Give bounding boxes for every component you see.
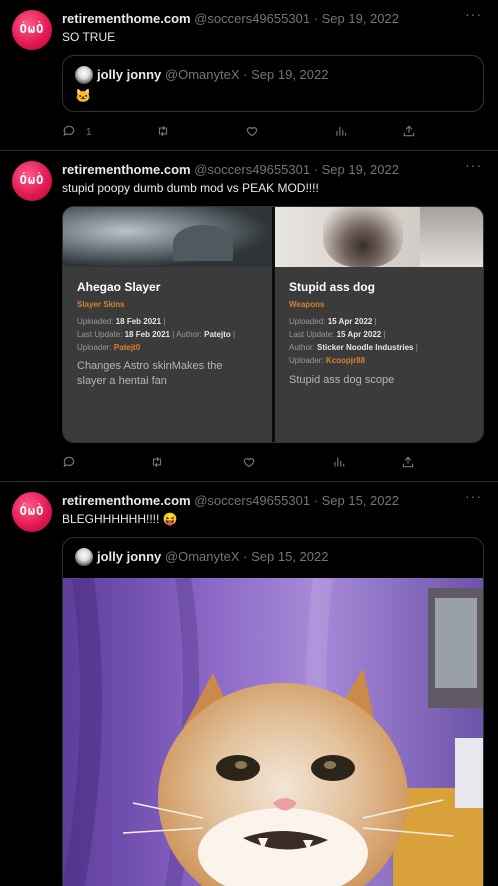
mod-category: Weapons [289,300,325,309]
author-handle[interactable]: @soccers49655301 [194,493,310,508]
avatar[interactable]: ÓωÒ [12,161,52,201]
tweet-header: retirementhome.com @soccers49655301 · Se… [62,493,399,508]
quote-avatar [75,548,93,566]
reply-icon [63,125,75,137]
tweet-actions [62,455,422,471]
tweet-header: retirementhome.com @soccers49655301 · Se… [62,162,399,177]
avatar-face: ÓωÒ [19,504,45,518]
views-button[interactable] [334,124,352,140]
quote-date: · Sep 19, 2022 [243,67,329,82]
author-handle[interactable]: @soccers49655301 [194,162,310,177]
avatar[interactable]: ÓωÒ [12,492,52,532]
share-button[interactable] [402,124,420,140]
quote-author-handle: @OmanyteX [164,67,240,82]
quote-header: jolly jonny @OmanyteX · Sep 19, 2022 [97,67,328,82]
more-options-icon[interactable]: ··· [465,157,482,173]
views-button[interactable] [332,455,350,471]
mod-thumbnail [275,207,483,267]
cat-photo[interactable] [63,578,483,886]
mod-title: Ahegao Slayer [77,280,161,294]
reply-button[interactable]: 1 [62,124,92,140]
quote-avatar [75,66,93,84]
quoted-tweet[interactable]: jolly jonny @OmanyteX · Sep 19, 2022 🐱 [62,55,484,112]
quote-date: · Sep 15, 2022 [243,549,329,564]
like-button[interactable] [242,455,260,471]
more-options-icon[interactable]: ··· [465,6,482,22]
retweet-button[interactable] [156,124,174,140]
share-icon [402,456,414,468]
retweet-button[interactable] [150,455,168,471]
heart-icon [243,458,255,468]
share-icon [403,125,415,137]
mod-card-image[interactable]: Stupid ass dog Weapons Uploaded: 15 Apr … [275,207,483,442]
avatar[interactable]: ÓωÒ [12,10,52,50]
quote-emoji: 🐱 [75,88,92,103]
mod-last-update: Last Update: 15 Apr 2022 | [289,330,386,339]
mod-category: Slayer Skins [77,300,125,309]
mod-thumbnail [63,207,272,267]
reply-count: 1 [86,127,92,138]
quote-author-name: jolly jonny [97,549,162,564]
retweet-icon [158,125,168,137]
mod-uploader: Uploader: Kcoopjr88 [289,356,366,365]
mod-author: Author: Sticker Noodle Industries | [289,343,418,352]
like-button[interactable] [245,124,263,140]
heart-icon [246,127,258,137]
tweet[interactable]: ÓωÒ retirementhome.com @soccers49655301 … [0,482,498,886]
reply-icon [63,456,75,468]
tweet-header: retirementhome.com @soccers49655301 · Se… [62,11,399,26]
reply-button[interactable] [62,455,80,471]
quoted-tweet[interactable]: jolly jonny @OmanyteX · Sep 15, 2022 [62,537,484,886]
mod-last-update: Last Update: 18 Feb 2021 | Author: Patej… [77,330,236,339]
retweet-icon [152,456,162,468]
more-options-icon[interactable]: ··· [465,488,482,504]
quote-author-name: jolly jonny [97,67,162,82]
cat-photo-drawing [63,578,483,886]
analytics-icon [334,457,345,467]
mod-uploaded: Uploaded: 18 Feb 2021 | [77,317,166,326]
mod-description: Changes Astro skinMakes the slayer a hen… [77,360,223,387]
quote-header: jolly jonny @OmanyteX · Sep 15, 2022 [97,549,328,564]
author-name[interactable]: retirementhome.com [62,11,191,26]
tweet-text: BLEGHHHHHH!!!! 😝 [62,512,178,526]
tweet[interactable]: ÓωÒ retirementhome.com @soccers49655301 … [0,0,498,151]
tweet-actions: 1 [62,124,422,140]
tweet-date[interactable]: · Sep 19, 2022 [314,11,399,26]
author-handle[interactable]: @soccers49655301 [194,11,310,26]
avatar-face: ÓωÒ [19,173,45,187]
mod-title: Stupid ass dog [289,280,376,294]
tweet-text: SO TRUE [62,30,116,44]
tweet-text: stupid poopy dumb dumb mod vs PEAK MOD!!… [62,181,319,195]
quote-author-handle: @OmanyteX [164,549,240,564]
mod-uploader: Uploader: Patejt0 [77,343,141,352]
share-button[interactable] [401,455,419,471]
tweet-date[interactable]: · Sep 15, 2022 [314,493,399,508]
mod-uploaded: Uploaded: 15 Apr 2022 | [289,317,377,326]
author-name[interactable]: retirementhome.com [62,162,191,177]
author-name[interactable]: retirementhome.com [62,493,191,508]
avatar-face: ÓωÒ [19,22,45,36]
mod-description: Stupid ass dog scope [289,374,395,386]
mod-card-image[interactable]: Ahegao Slayer Slayer Skins Uploaded: 18 … [63,207,272,442]
image-gallery[interactable]: Ahegao Slayer Slayer Skins Uploaded: 18 … [62,206,484,443]
analytics-icon [336,126,347,136]
tweet-date[interactable]: · Sep 19, 2022 [314,162,399,177]
tweet[interactable]: ÓωÒ retirementhome.com @soccers49655301 … [0,151,498,482]
